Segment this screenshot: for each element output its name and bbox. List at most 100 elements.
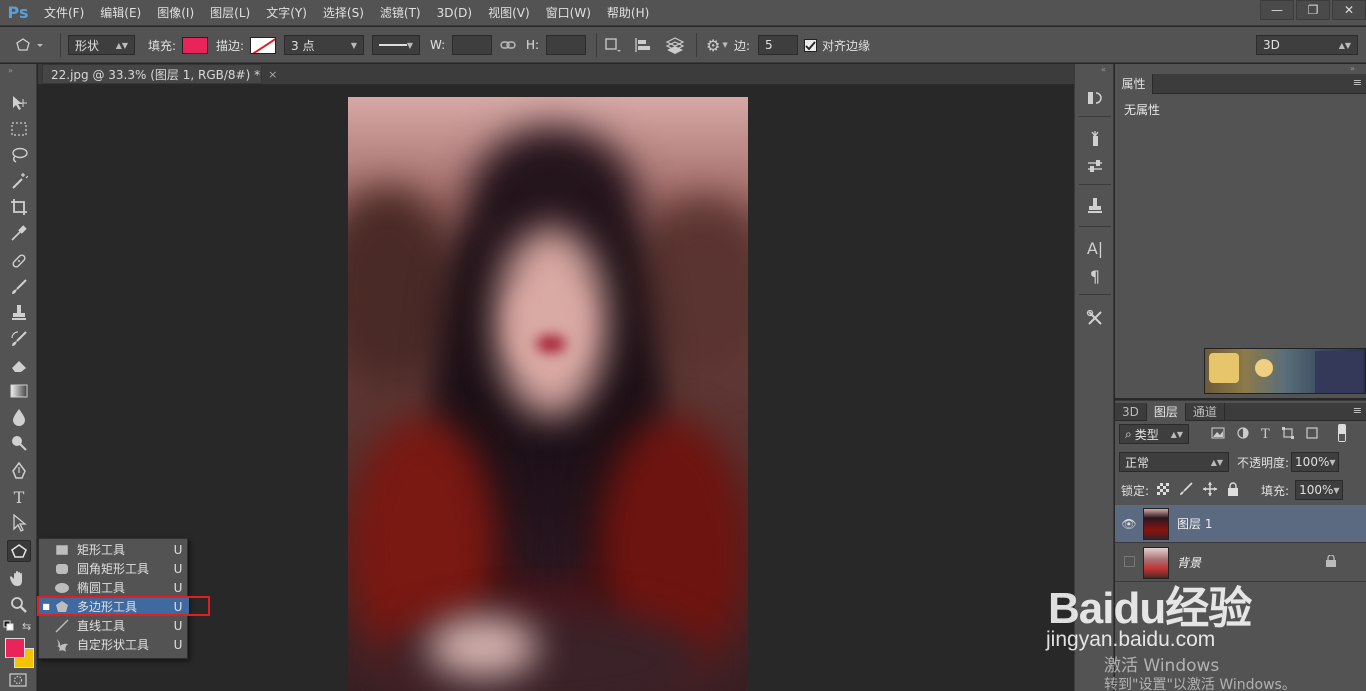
lasso-tool-icon[interactable] <box>7 144 31 166</box>
rectangle-tool-label: 矩形工具 <box>77 543 126 557</box>
smart-object-filter-icon[interactable] <box>1306 426 1318 442</box>
swap-colors-icon[interactable]: ⇆ <box>22 620 31 633</box>
layer-row-layer1[interactable]: 👁 图层 1 <box>1115 505 1366 543</box>
fill-swatch[interactable] <box>182 36 208 54</box>
shape-tool-icon[interactable] <box>7 540 31 562</box>
panel-menu-icon[interactable]: ≡ <box>1353 76 1362 89</box>
clone-stamp-tool-icon[interactable] <box>7 302 31 324</box>
menu-image[interactable]: 图像(I) <box>149 0 202 26</box>
pixel-filter-icon[interactable] <box>1211 427 1225 442</box>
menu-filter[interactable]: 滤镜(T) <box>372 0 429 26</box>
expand-icon[interactable]: » <box>1350 64 1355 73</box>
collapse-icon[interactable]: « <box>1101 65 1106 74</box>
move-tool-icon[interactable] <box>7 92 31 114</box>
lock-position-icon[interactable] <box>1203 481 1218 499</box>
menu-type[interactable]: 文字(Y) <box>258 0 315 26</box>
width-input[interactable] <box>452 35 492 55</box>
restore-button[interactable]: ❐ <box>1296 0 1330 20</box>
close-button[interactable]: ✕ <box>1332 0 1366 20</box>
layer-filter-select[interactable]: ⌕ 类型 ▲▼ <box>1119 424 1189 444</box>
tool-presets-icon[interactable] <box>1083 306 1107 330</box>
lips <box>536 335 566 353</box>
tab-layers[interactable]: 图层 <box>1146 403 1186 421</box>
tab-channels[interactable]: 通道 <box>1186 403 1225 421</box>
workspace-select[interactable]: 3D ▲▼ <box>1256 35 1358 55</box>
height-input[interactable] <box>546 35 586 55</box>
link-icon[interactable] <box>500 37 516 53</box>
visibility-toggle-empty[interactable] <box>1115 555 1143 570</box>
path-selection-tool-icon[interactable] <box>7 512 31 534</box>
stroke-size-input[interactable]: 3 点 ▼ <box>284 35 364 55</box>
character-panel-icon[interactable]: A| <box>1083 236 1107 260</box>
close-tab-icon[interactable]: × <box>268 68 277 81</box>
paragraph-panel-icon[interactable]: ¶ <box>1083 264 1107 288</box>
menu-view[interactable]: 视图(V) <box>480 0 538 26</box>
stroke-type-select[interactable]: ▼ <box>372 35 420 55</box>
rounded-rectangle-tool-item[interactable]: 圆角矩形工具 U <box>39 559 189 578</box>
menu-help[interactable]: 帮助(H) <box>599 0 657 26</box>
fill-input[interactable]: 100% ▼ <box>1295 480 1344 500</box>
shape-mode-select[interactable]: 形状 ▲▼ <box>68 35 135 55</box>
line-tool-shortcut: U <box>173 618 183 633</box>
document-tab[interactable]: 22.jpg @ 33.3% (图层 1, RGB/8#) * × <box>42 64 277 84</box>
ellipse-tool-item[interactable]: 椭圆工具 U <box>39 578 189 597</box>
type-tool-icon[interactable]: T <box>7 486 31 508</box>
eraser-tool-icon[interactable] <box>7 354 31 376</box>
adjustments-icon[interactable] <box>1083 154 1107 178</box>
shape-filter-icon[interactable] <box>1281 426 1294 442</box>
blur-tool-icon[interactable] <box>7 406 31 428</box>
gradient-tool-icon[interactable] <box>7 380 31 402</box>
magic-wand-tool-icon[interactable] <box>7 170 31 192</box>
tool-preset-picker[interactable] <box>14 27 44 63</box>
zoom-tool-icon[interactable] <box>7 594 31 616</box>
hand-tool-icon[interactable] <box>7 568 31 590</box>
history-brush-tool-icon[interactable] <box>7 328 31 350</box>
clone-source-icon[interactable] <box>1083 194 1107 218</box>
rectangle-tool-item[interactable]: 矩形工具 U <box>39 540 189 559</box>
baidu-logo: Baidu经验 <box>1048 584 1252 633</box>
brush-presets-icon[interactable] <box>1083 126 1107 150</box>
menu-file[interactable]: 文件(F) <box>36 0 92 26</box>
lock-transparent-pixels-icon[interactable] <box>1157 482 1170 498</box>
align-edges-checkbox[interactable] <box>804 38 817 52</box>
menu-edit[interactable]: 编辑(E) <box>92 0 149 26</box>
gear-icon[interactable]: ⚙ <box>706 36 720 55</box>
baidu-url: jingyan.baidu.com <box>1046 628 1216 651</box>
menu-window[interactable]: 窗口(W) <box>538 0 599 26</box>
line-tool-item[interactable]: 直线工具 U <box>39 616 189 635</box>
collapse-icon[interactable]: » <box>8 66 13 75</box>
custom-shape-tool-item[interactable]: 自定形状工具 U <box>39 635 189 654</box>
stroke-swatch[interactable] <box>250 36 276 54</box>
default-colors-icon[interactable] <box>3 620 15 635</box>
pen-tool-icon[interactable] <box>7 460 31 482</box>
tab-properties[interactable]: 属性 <box>1115 74 1153 94</box>
marquee-tool-icon[interactable] <box>7 118 31 140</box>
panel-menu-icon[interactable]: ≡ <box>1353 404 1362 417</box>
adjustment-filter-icon[interactable] <box>1237 426 1249 442</box>
lock-image-pixels-icon[interactable] <box>1179 481 1193 499</box>
visibility-eye-icon[interactable]: 👁 <box>1115 517 1143 531</box>
quick-mask-icon[interactable] <box>9 673 27 690</box>
sides-input[interactable]: 5 <box>758 35 798 55</box>
tab-3d[interactable]: 3D <box>1115 403 1147 421</box>
path-alignment-icon[interactable] <box>634 36 652 54</box>
dodge-tool-icon[interactable] <box>7 432 31 454</box>
menu-layer[interactable]: 图层(L) <box>202 0 258 26</box>
history-panel-icon[interactable] <box>1083 86 1107 110</box>
image-canvas[interactable] <box>348 97 748 691</box>
type-filter-icon[interactable]: T <box>1261 427 1270 442</box>
path-arrangement-icon[interactable] <box>664 36 686 54</box>
filter-toggle[interactable] <box>1337 423 1346 445</box>
brush-tool-icon[interactable] <box>7 276 31 298</box>
menu-3d[interactable]: 3D(D) <box>429 0 480 26</box>
eyedropper-tool-icon[interactable] <box>7 222 31 244</box>
path-operations-icon[interactable] <box>604 36 622 54</box>
lock-all-icon[interactable] <box>1227 481 1239 499</box>
opacity-input[interactable]: 100% ▼ <box>1291 452 1340 472</box>
minimize-button[interactable]: — <box>1260 0 1294 20</box>
menu-select[interactable]: 选择(S) <box>315 0 372 26</box>
healing-brush-tool-icon[interactable] <box>7 250 31 272</box>
blend-mode-select[interactable]: 正常 ▲▼ <box>1119 452 1229 472</box>
foreground-color-swatch[interactable] <box>5 638 25 658</box>
crop-tool-icon[interactable] <box>7 196 31 218</box>
